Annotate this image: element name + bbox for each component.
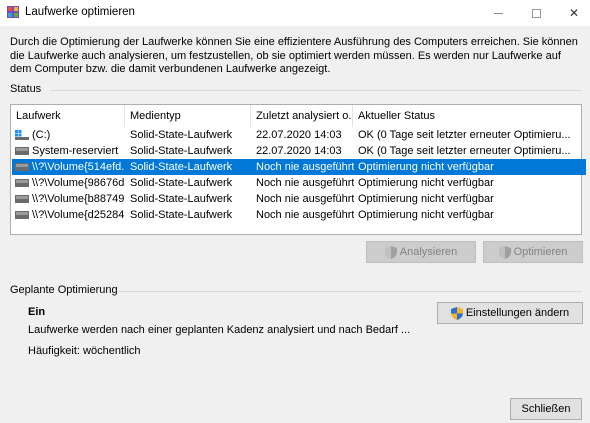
drive-media: Solid-State-Laufwerk bbox=[130, 129, 233, 141]
drive-media: Solid-State-Laufwerk bbox=[130, 193, 233, 205]
analyze-button[interactable]: Analysieren bbox=[366, 241, 476, 263]
drive-status: Optimierung nicht verfügbar bbox=[358, 193, 494, 205]
close-button-label: Schließen bbox=[521, 403, 571, 415]
maximize-button[interactable] bbox=[518, 0, 554, 26]
scheduled-divider bbox=[118, 291, 582, 292]
drive-last-analyzed: Noch nie ausgeführt bbox=[256, 193, 354, 205]
drive-icon bbox=[15, 179, 29, 187]
uac-shield-icon bbox=[498, 245, 511, 259]
drive-last-analyzed: Noch nie ausgeführt bbox=[256, 177, 354, 189]
drive-row[interactable]: \\?\Volume{d25284... Solid-State-Laufwer… bbox=[12, 207, 588, 223]
drive-media: Solid-State-Laufwerk bbox=[130, 177, 233, 189]
drive-last-analyzed: Noch nie ausgeführt bbox=[256, 161, 354, 173]
drive-name: \\?\Volume{d25284... bbox=[32, 209, 124, 221]
column-header-medientyp[interactable]: Medientyp bbox=[125, 105, 251, 127]
minimize-button[interactable] bbox=[480, 0, 516, 26]
column-header-status[interactable]: Aktueller Status bbox=[353, 105, 583, 127]
drive-status: Optimierung nicht verfügbar bbox=[358, 209, 494, 221]
change-settings-label: Einstellungen ändern bbox=[465, 307, 570, 319]
column-header-zuletzt[interactable]: Zuletzt analysiert o... bbox=[251, 105, 353, 127]
drive-last-analyzed: 22.07.2020 14:03 bbox=[256, 145, 342, 157]
close-icon: ✕ bbox=[568, 6, 580, 20]
intro-text: Durch die Optimierung der Laufwerke könn… bbox=[10, 36, 578, 75]
drive-media: Solid-State-Laufwerk bbox=[130, 209, 233, 221]
uac-shield-icon bbox=[384, 245, 397, 259]
drive-status: OK (0 Tage seit letzter erneuter Optimie… bbox=[358, 129, 571, 141]
windows-drive-icon bbox=[15, 130, 29, 140]
drive-icon bbox=[15, 147, 29, 155]
drive-name: \\?\Volume{514efd... bbox=[32, 161, 124, 173]
optimize-button[interactable]: Optimieren bbox=[483, 241, 583, 263]
schedule-description: Laufwerke werden nach einer geplanten Ka… bbox=[28, 324, 411, 336]
close-button[interactable]: Schließen bbox=[510, 398, 582, 420]
drive-row-selected[interactable]: \\?\Volume{514efd... Solid-State-Laufwer… bbox=[12, 159, 586, 175]
drive-row[interactable]: (C:) Solid-State-Laufwerk 22.07.2020 14:… bbox=[12, 127, 588, 143]
drive-icon bbox=[15, 163, 29, 171]
drive-status: Optimierung nicht verfügbar bbox=[358, 161, 494, 173]
drive-last-analyzed: Noch nie ausgeführt bbox=[256, 209, 354, 221]
drive-name: \\?\Volume{b88749... bbox=[32, 193, 124, 205]
minimize-icon bbox=[493, 12, 503, 14]
drive-row[interactable]: \\?\Volume{b88749... Solid-State-Laufwer… bbox=[12, 191, 588, 207]
dialog-footer: Schließen bbox=[0, 382, 590, 423]
drive-row[interactable]: System-reserviert Solid-State-Laufwerk 2… bbox=[12, 143, 588, 159]
defrag-app-icon bbox=[7, 6, 19, 18]
drive-icon bbox=[15, 211, 29, 219]
drive-media: Solid-State-Laufwerk bbox=[130, 161, 233, 173]
drive-media: Solid-State-Laufwerk bbox=[130, 145, 233, 157]
schedule-state: Ein bbox=[28, 306, 46, 318]
drive-last-analyzed: 22.07.2020 14:03 bbox=[256, 129, 342, 141]
status-group-label: Status bbox=[10, 83, 42, 95]
title-bar: Laufwerke optimieren ✕ bbox=[0, 0, 590, 26]
drive-status: OK (0 Tage seit letzter erneuter Optimie… bbox=[358, 145, 571, 157]
drive-name: System-reserviert bbox=[32, 145, 119, 157]
drive-icon bbox=[15, 195, 29, 203]
scheduled-group-label: Geplante Optimierung bbox=[10, 284, 118, 296]
drive-name: (C:) bbox=[32, 129, 51, 141]
drive-list[interactable]: Laufwerk Medientyp Zuletzt analysiert o.… bbox=[10, 104, 586, 235]
drive-name: \\?\Volume{98676d... bbox=[32, 177, 124, 189]
schedule-frequency: Häufigkeit: wöchentlich bbox=[28, 345, 141, 357]
uac-shield-icon bbox=[450, 306, 463, 320]
window-title: Laufwerke optimieren bbox=[25, 6, 135, 18]
drive-row[interactable]: \\?\Volume{98676d... Solid-State-Laufwer… bbox=[12, 175, 588, 191]
analyze-button-label: Analysieren bbox=[399, 246, 458, 258]
column-header-laufwerk[interactable]: Laufwerk bbox=[11, 105, 125, 127]
maximize-icon bbox=[531, 8, 541, 18]
drive-status: Optimierung nicht verfügbar bbox=[358, 177, 494, 189]
status-divider bbox=[50, 90, 582, 91]
close-window-button[interactable]: ✕ bbox=[556, 0, 590, 26]
optimize-button-label: Optimieren bbox=[513, 246, 568, 258]
change-settings-button[interactable]: Einstellungen ändern bbox=[437, 302, 583, 324]
drive-list-header: Laufwerk Medientyp Zuletzt analysiert o.… bbox=[11, 105, 581, 127]
